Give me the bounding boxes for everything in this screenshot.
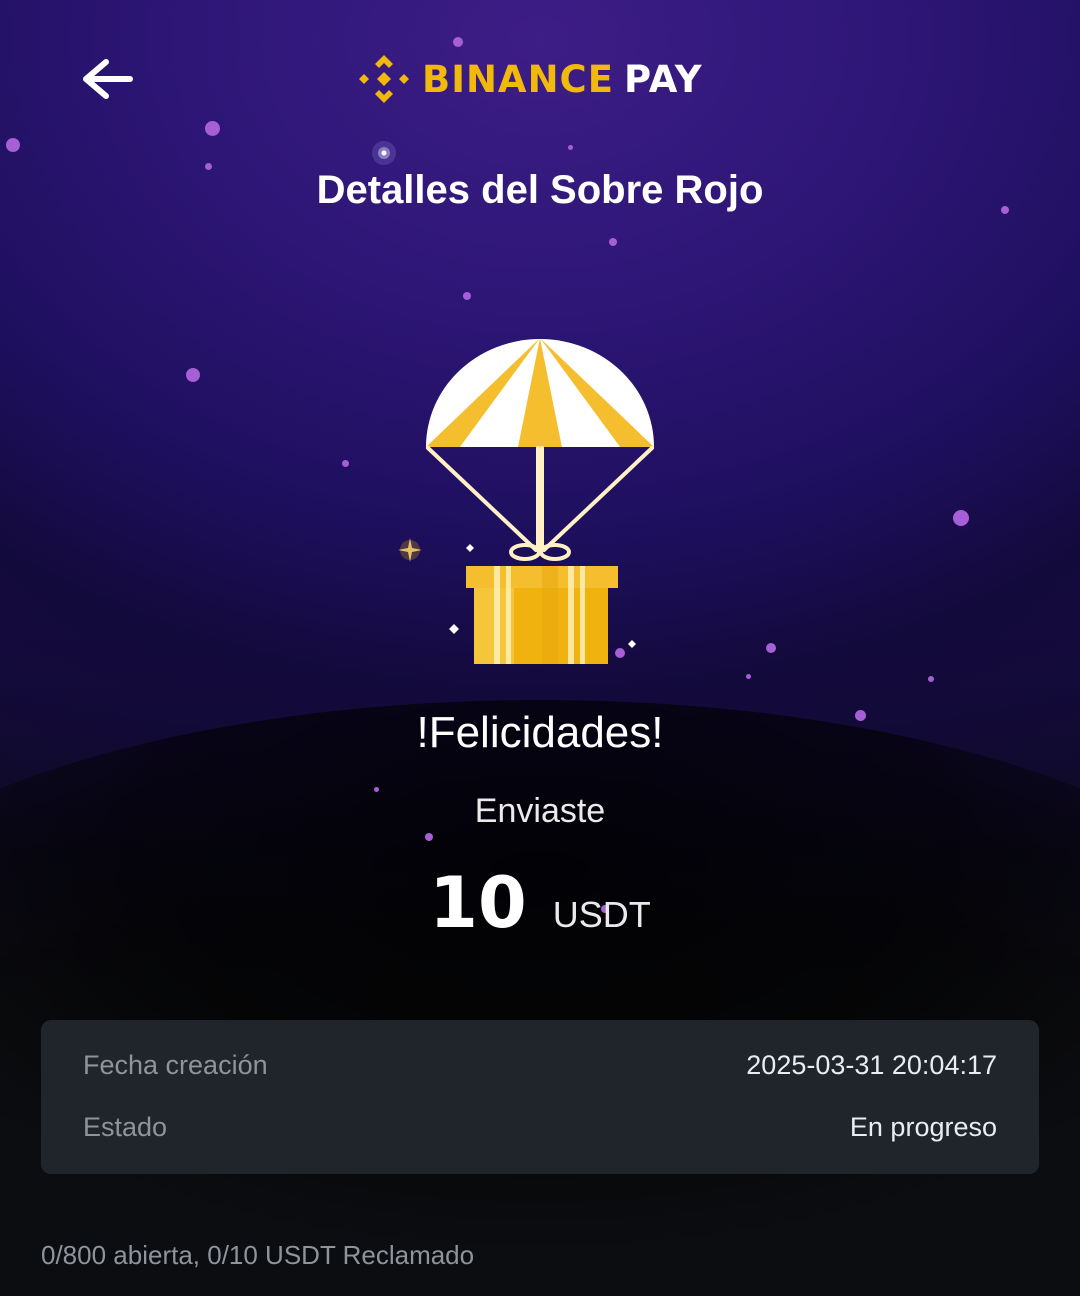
status-label: Estado bbox=[83, 1112, 168, 1142]
logo-product-text: PAY bbox=[623, 57, 703, 101]
logo-brand-text: BINANCE bbox=[422, 57, 614, 101]
sparkle-dot bbox=[6, 138, 20, 152]
detail-row-created: Fecha creación 2025-03-31 20:04:17 bbox=[83, 1050, 997, 1081]
sparkle-dot bbox=[205, 121, 220, 136]
sparkle-dot bbox=[342, 460, 349, 467]
glow-sparkle-icon bbox=[372, 141, 396, 165]
sparkle-dot bbox=[928, 676, 934, 682]
sparkle-dot bbox=[425, 833, 433, 841]
sparkle-dot bbox=[568, 145, 573, 150]
sparkle-dot bbox=[746, 674, 751, 679]
sent-label: Enviaste bbox=[474, 792, 606, 830]
amount-display: 10 USDT bbox=[0, 862, 1080, 944]
parachute-gift-icon bbox=[426, 339, 654, 664]
sparkle-dot bbox=[463, 292, 471, 300]
red-envelope-details-screen: BINANCE PAY Detalles del Sobre Rojo !Fel… bbox=[0, 0, 1080, 1296]
hero-shade bbox=[0, 700, 1080, 1260]
sparkle-dot bbox=[186, 368, 200, 382]
back-button[interactable] bbox=[78, 54, 138, 104]
created-date-value: 2025-03-31 20:04:17 bbox=[746, 1050, 997, 1080]
binance-diamond-icon bbox=[359, 55, 409, 103]
detail-row-status: Estado En progreso bbox=[83, 1112, 997, 1143]
congrats-heading: !Felicidades! bbox=[416, 708, 664, 757]
status-value: En progreso bbox=[849, 1112, 997, 1142]
arrow-left-icon bbox=[83, 59, 133, 99]
binance-pay-logo: BINANCE PAY bbox=[356, 52, 703, 106]
claim-summary: 0/800 abierta, 0/10 USDT Reclamado bbox=[41, 1240, 475, 1270]
amount-currency: USDT bbox=[552, 894, 651, 935]
page-title: Detalles del Sobre Rojo bbox=[316, 168, 764, 212]
sparkle-dot bbox=[609, 238, 617, 246]
amount-value: 10 bbox=[429, 862, 527, 944]
logo-wordmark: BINANCE PAY bbox=[422, 58, 703, 101]
details-card: Fecha creación 2025-03-31 20:04:17 Estad… bbox=[41, 1020, 1039, 1174]
sparkle-dot bbox=[766, 643, 776, 653]
created-date-label: Fecha creación bbox=[83, 1050, 268, 1080]
sparkle-dot bbox=[953, 510, 969, 526]
sparkle-dot bbox=[453, 37, 463, 47]
